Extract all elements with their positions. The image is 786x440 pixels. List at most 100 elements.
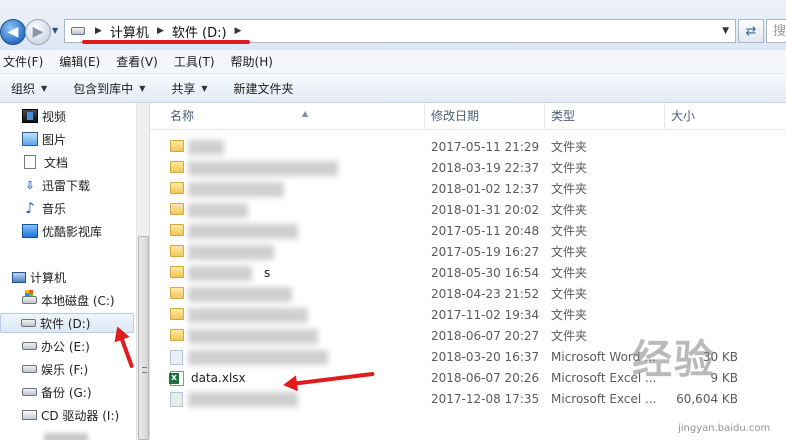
breadcrumb-computer[interactable]: 计算机 [110, 22, 149, 41]
blurred-filename [188, 140, 224, 155]
folder-icon [170, 308, 184, 320]
sidebar-item-label: 计算机 [30, 270, 67, 285]
cd-drive-icon [22, 410, 37, 420]
document-library-icon [24, 155, 36, 169]
excel-file-icon [169, 371, 184, 386]
column-name-label: 名称 [170, 109, 195, 123]
file-row[interactable]: 2017-05-11 21:29 文件夹 [150, 137, 786, 158]
column-header-size[interactable]: 大小 [665, 103, 745, 130]
system-drive-icon [22, 290, 37, 304]
file-row[interactable]: 2017-11-02 19:34 文件夹 [150, 305, 786, 326]
blurred-filename [188, 287, 292, 302]
blurred-filename [188, 224, 298, 239]
organize-label: 组织 [11, 81, 36, 96]
folder-icon [170, 287, 184, 299]
menu-help[interactable]: 帮助(H) [231, 53, 273, 70]
column-header-name[interactable]: 名称 ▲ [164, 103, 425, 130]
arrow-right-icon: ▶ [32, 24, 44, 40]
sidebar-item-label: 办公 (E:) [41, 339, 90, 354]
file-size [671, 179, 738, 200]
folder-icon [170, 203, 184, 215]
file-row[interactable]: 2018-04-23 21:52 文件夹 [150, 284, 786, 305]
forward-button[interactable]: ▶ [25, 19, 51, 45]
file-row[interactable]: 2018-03-19 22:37 文件夹 [150, 158, 786, 179]
sidebar-item-drive-c[interactable]: 本地磁盘 (C:) [22, 290, 149, 310]
sidebar-item-label: 视频 [42, 109, 67, 124]
blurred-filename [188, 182, 284, 197]
sidebar-item-youku-library[interactable]: 优酷影视库 [22, 221, 149, 241]
file-modified-date: 2018-01-31 20:02 [431, 203, 540, 217]
file-type: 文件夹 [551, 224, 588, 238]
breadcrumb-chevron-icon[interactable]: ▶ [235, 26, 242, 36]
file-modified-date: 2018-06-07 20:27 [431, 329, 540, 343]
column-header-type[interactable]: 类型 [545, 103, 665, 130]
blurred-filename [188, 329, 318, 344]
sidebar-scrollbar-thumb[interactable] [138, 236, 149, 440]
sidebar-item-cd-drive[interactable]: CD 驱动器 (I:) [22, 405, 149, 425]
sidebar-item-music[interactable]: ♪ 音乐 [22, 198, 149, 218]
blurred-filename [188, 245, 274, 260]
folder-icon [170, 329, 184, 341]
file-modified-date: 2017-05-19 16:27 [431, 245, 540, 259]
file-modified-date: 2018-03-20 16:37 [431, 350, 540, 364]
share-button[interactable]: 共享 ▼ [171, 80, 207, 97]
file-modified-date: 2017-12-08 17:35 [431, 392, 540, 406]
command-toolbar: 组织 ▼ 包含到库中 ▼ 共享 ▼ 新建文件夹 [0, 74, 786, 103]
sidebar-item-videos[interactable]: 视频 [22, 106, 149, 126]
sidebar-item-label: 音乐 [42, 201, 67, 216]
address-bar-area: ◀ ▶ ▼ ▶ 计算机 ▶ 软件 (D:) ▶ ▼ ⇄ 搜 [0, 0, 786, 50]
column-header-date[interactable]: 修改日期 [425, 103, 545, 130]
file-size [671, 200, 738, 221]
refresh-button[interactable]: ⇄ [738, 19, 764, 43]
breadcrumb-chevron-icon[interactable]: ▶ [157, 26, 164, 36]
file-type: 文件夹 [551, 329, 588, 343]
file-name: data.xlsx [191, 371, 246, 385]
sidebar-item-label: 娱乐 (F:) [41, 362, 89, 377]
file-modified-date: 2018-03-19 22:37 [431, 161, 540, 175]
folder-icon [170, 182, 184, 194]
watermark-url: jingyan.baidu.com [678, 423, 771, 434]
file-size [671, 137, 738, 158]
menu-tools[interactable]: 工具(T) [174, 53, 215, 70]
file-row[interactable]: 2017-05-11 20:48 文件夹 [150, 221, 786, 242]
sidebar-item-label: 迅雷下载 [42, 178, 91, 193]
youku-library-icon [22, 224, 38, 238]
sidebar-item-label: 软件 (D:) [40, 316, 91, 331]
new-folder-button[interactable]: 新建文件夹 [234, 80, 294, 97]
search-input[interactable]: 搜 [766, 19, 786, 43]
blurred-filename [188, 203, 248, 218]
back-button[interactable]: ◀ [0, 19, 26, 45]
file-size [671, 221, 738, 242]
file-size [671, 305, 738, 326]
file-row[interactable]: 2018-01-31 20:02 文件夹 [150, 200, 786, 221]
sidebar-item-label: 本地磁盘 (C:) [41, 293, 115, 308]
file-row[interactable]: 2017-05-19 16:27 文件夹 [150, 242, 786, 263]
sidebar-item-label: CD 驱动器 (I:) [41, 408, 120, 423]
organize-button[interactable]: 组织 ▼ [11, 80, 47, 97]
breadcrumb-chevron-icon[interactable]: ▶ [95, 26, 102, 36]
breadcrumb-drive-d[interactable]: 软件 (D:) [172, 22, 227, 41]
sidebar-item-pictures[interactable]: 图片 [22, 129, 149, 149]
sidebar-item-drive-e[interactable]: 办公 (E:) [22, 336, 149, 356]
drive-icon [22, 342, 37, 350]
file-type: 文件夹 [551, 287, 588, 301]
file-row[interactable]: s 2018-05-30 16:54 文件夹 [150, 263, 786, 284]
blurred-filename [188, 308, 308, 323]
file-row[interactable]: 2018-01-02 12:37 文件夹 [150, 179, 786, 200]
sidebar-scrollbar[interactable] [136, 103, 149, 440]
menu-file[interactable]: 文件(F) [3, 53, 43, 70]
watermark-text: 经验 [632, 337, 716, 383]
menu-view[interactable]: 查看(V) [116, 53, 158, 70]
file-type: 文件夹 [551, 245, 588, 259]
file-type: 文件夹 [551, 161, 588, 175]
file-modified-date: 2018-06-07 20:26 [431, 371, 540, 385]
sidebar-item-documents[interactable]: 文档 [24, 152, 149, 172]
sidebar-item-drive-g[interactable]: 备份 (G:) [22, 382, 149, 402]
sidebar-item-xunlei-downloads[interactable]: ⇩ 迅雷下载 [22, 175, 149, 195]
recent-pages-dropdown-icon[interactable]: ▼ [52, 26, 58, 35]
include-in-library-button[interactable]: 包含到库中 ▼ [73, 80, 145, 97]
address-history-dropdown-icon[interactable]: ▼ [722, 26, 729, 36]
sidebar-item-computer[interactable]: 计算机 [12, 267, 148, 287]
file-name: s [264, 266, 271, 280]
menu-edit[interactable]: 编辑(E) [59, 53, 100, 70]
